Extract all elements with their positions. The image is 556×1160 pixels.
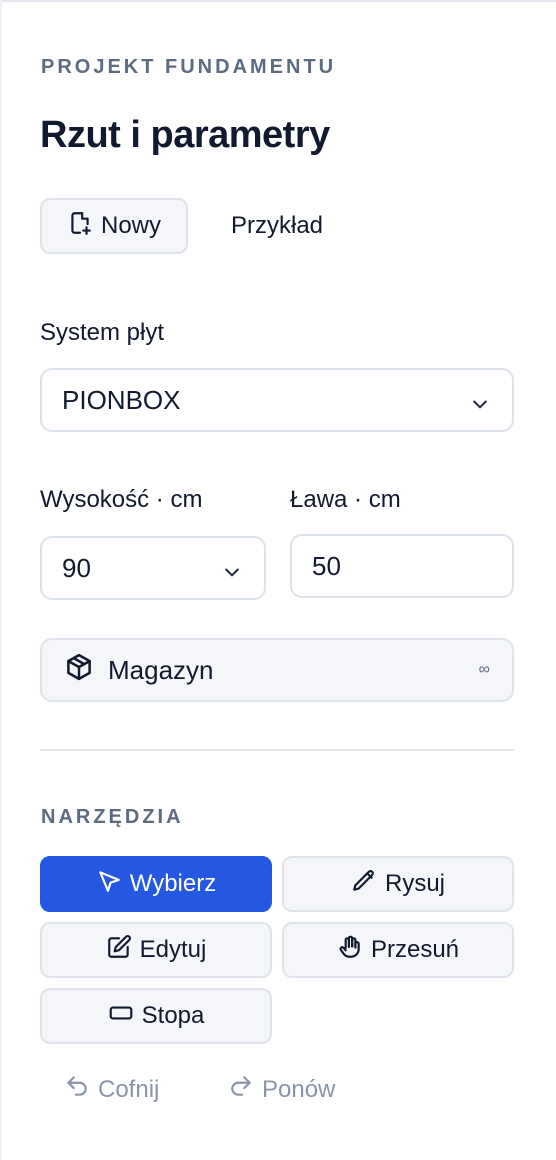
rectangle-icon bbox=[108, 1000, 134, 1033]
tools-heading: NARZĘDZIA bbox=[41, 806, 184, 828]
redo-button[interactable]: Ponów bbox=[228, 1073, 335, 1106]
draw-tool-label: Rysuj bbox=[384, 870, 445, 897]
package-icon bbox=[64, 652, 94, 689]
top-border bbox=[0, 0, 556, 2]
new-button-label: Nowy bbox=[100, 212, 161, 239]
example-button[interactable]: Przykład bbox=[206, 198, 348, 254]
section-divider bbox=[40, 749, 514, 751]
edit-tool-label: Edytuj bbox=[139, 936, 207, 963]
redo-label: Ponów bbox=[262, 1075, 336, 1103]
height-value: 90 bbox=[62, 552, 91, 583]
footing-tool-label: Stopa bbox=[141, 1002, 205, 1029]
pan-tool-button[interactable]: Przesuń bbox=[282, 922, 514, 978]
undo-button[interactable]: Cofnij bbox=[64, 1073, 159, 1106]
edit-tool-button[interactable]: Edytuj bbox=[40, 922, 272, 978]
redo-icon bbox=[228, 1073, 254, 1106]
pan-tool-label: Przesuń bbox=[370, 936, 460, 963]
section-eyebrow: PROJEKT FUNDAMENTU bbox=[41, 56, 337, 78]
hand-icon bbox=[337, 934, 363, 967]
chevron-down-icon bbox=[470, 390, 490, 410]
footing-input[interactable]: 50 bbox=[290, 534, 514, 598]
new-button[interactable]: Nowy bbox=[40, 198, 188, 254]
footing-label: Ława · cm bbox=[290, 486, 401, 513]
left-border bbox=[0, 0, 2, 1160]
chevron-down-icon bbox=[222, 558, 242, 578]
height-label: Wysokość · cm bbox=[40, 486, 203, 513]
draw-tool-button[interactable]: Rysuj bbox=[282, 856, 514, 912]
select-tool-button[interactable]: Wybierz bbox=[40, 856, 272, 912]
plate-system-select[interactable]: PIONBOX bbox=[40, 368, 514, 432]
height-select[interactable]: 90 bbox=[40, 536, 266, 600]
example-button-label: Przykład bbox=[230, 212, 324, 239]
footing-tool-button[interactable]: Stopa bbox=[40, 988, 272, 1044]
select-tool-label: Wybierz bbox=[129, 870, 217, 897]
warehouse-button[interactable]: Magazyn ∞ bbox=[40, 638, 514, 702]
infinity-badge: ∞ bbox=[478, 661, 490, 678]
page-title: Rzut i parametry bbox=[40, 114, 330, 156]
plate-system-value: PIONBOX bbox=[62, 384, 181, 415]
pencil-icon bbox=[351, 868, 377, 901]
file-plus-icon bbox=[67, 210, 93, 243]
undo-icon bbox=[64, 1073, 90, 1106]
edit-square-icon bbox=[106, 934, 132, 967]
undo-label: Cofnij bbox=[98, 1075, 160, 1103]
plate-system-label: System płyt bbox=[40, 319, 165, 346]
warehouse-label: Magazyn bbox=[108, 654, 214, 685]
footing-value: 50 bbox=[312, 550, 341, 581]
cursor-arrow-icon bbox=[96, 868, 122, 901]
